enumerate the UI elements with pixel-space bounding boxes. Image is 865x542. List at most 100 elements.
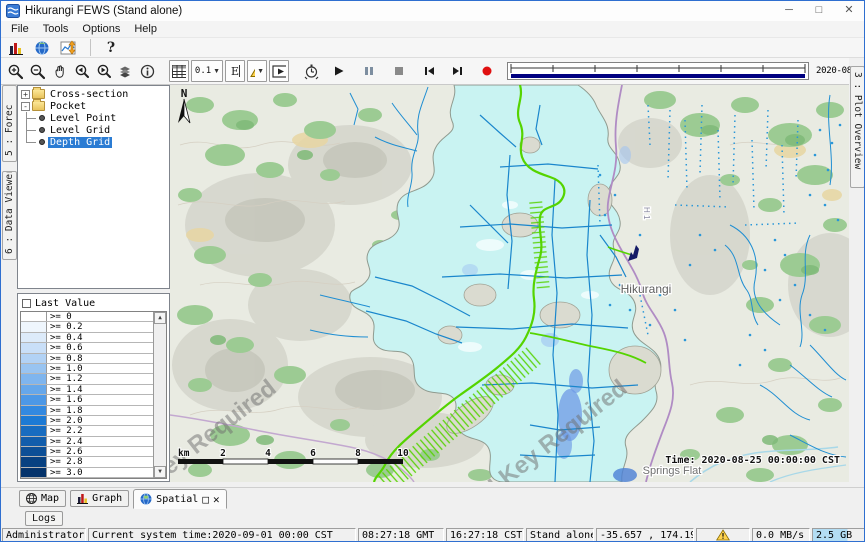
legend-row[interactable]: >= 2.6 — [21, 447, 166, 457]
zoom-next-icon[interactable] — [93, 60, 113, 82]
legend-row[interactable]: >= 2.2 — [21, 426, 166, 436]
close-panel-icon[interactable]: ✕ — [213, 494, 220, 505]
step-forward-button[interactable] — [447, 60, 467, 82]
pause-button[interactable] — [359, 60, 379, 82]
legend-row[interactable]: >= 2.4 — [21, 437, 166, 447]
tab-forecasts[interactable]: 5 : Forec — [2, 85, 17, 162]
legend-color-swatch — [21, 468, 47, 477]
animation-settings-icon[interactable] — [301, 60, 321, 82]
legend-color-swatch — [21, 354, 47, 363]
time-series-icon[interactable] — [58, 37, 80, 59]
legend-row[interactable]: >= 1.4 — [21, 385, 166, 395]
tree-item-cross-section[interactable]: + Cross-section — [21, 88, 169, 100]
close-button[interactable]: ✕ — [834, 1, 864, 21]
svg-text:E: E — [231, 65, 239, 78]
status-warning[interactable] — [696, 528, 750, 542]
legend-row[interactable]: >= 1.0 — [21, 364, 166, 374]
legend-row[interactable]: >= 1.2 — [21, 374, 166, 384]
tree-guide — [26, 124, 39, 136]
tree-item-level-grid[interactable]: Level Grid — [21, 124, 169, 136]
legend-row[interactable]: >= 0.6 — [21, 343, 166, 353]
logs-button[interactable]: Logs — [25, 511, 63, 526]
tab-data-viewer[interactable]: 6 : Data Viewer — [2, 171, 17, 260]
collapse-icon[interactable]: - — [21, 102, 30, 111]
scale-tick-label: 2 — [220, 448, 226, 459]
record-button[interactable] — [477, 60, 497, 82]
legend-scrollbar[interactable]: ▲ ▼ — [153, 312, 166, 478]
map-canvas[interactable]: API Key Required API Key Required Hikura… — [170, 85, 849, 482]
maximize-panel-icon[interactable]: □ — [202, 494, 209, 505]
step-back-button[interactable] — [419, 60, 439, 82]
legend-row[interactable]: >= 1.8 — [21, 406, 166, 416]
tree-item-depth-grid[interactable]: Depth Grid — [21, 136, 169, 148]
legend-row[interactable]: >= 1.6 — [21, 395, 166, 405]
legend-row[interactable]: >= 3.2 — [21, 478, 166, 479]
warning-filter-button[interactable]: ▼ — [247, 60, 267, 82]
legend-row[interactable]: >= 0.2 — [21, 322, 166, 332]
tab-graph[interactable]: Graph — [70, 490, 129, 507]
tab-spatial[interactable]: Spatial □ ✕ — [133, 489, 226, 509]
tree-item-level-point[interactable]: Level Point — [21, 112, 169, 124]
map-globe-icon[interactable] — [32, 37, 52, 59]
info-icon[interactable] — [137, 60, 157, 82]
classbreak-combo[interactable]: 0.1▼ — [191, 60, 223, 82]
scale-tick-label: 6 — [310, 448, 316, 459]
help-icon[interactable]: ? — [101, 37, 121, 59]
legend-row-label: >= 1.0 — [47, 364, 83, 373]
legend-row-label: >= 2.8 — [47, 457, 83, 466]
play-button[interactable] — [329, 60, 349, 82]
town-label: Hikurangi — [621, 282, 672, 296]
legend-row[interactable]: >= 0.8 — [21, 354, 166, 364]
globe-icon — [26, 493, 37, 504]
menu-options[interactable]: Options — [76, 23, 128, 35]
scroll-up-icon[interactable]: ▲ — [154, 312, 166, 324]
menu-help[interactable]: Help — [128, 23, 165, 35]
legend-row[interactable]: >= 0 — [21, 312, 166, 322]
chevron-down-icon: ▼ — [257, 68, 264, 75]
legend-color-swatch — [21, 447, 47, 456]
map-render: API Key Required API Key Required Hikura… — [170, 85, 849, 482]
zoom-out-icon[interactable] — [27, 60, 47, 82]
pan-hand-icon[interactable] — [49, 60, 69, 82]
minimize-button[interactable]: ─ — [774, 1, 804, 21]
tab-plot-overview[interactable]: 3 : Plot Overview — [850, 66, 865, 188]
tab-map[interactable]: Map — [19, 490, 66, 507]
legend-row[interactable]: >= 2.0 — [21, 416, 166, 426]
zoom-previous-icon[interactable] — [71, 60, 91, 82]
locality-label: Springs Flat — [643, 465, 702, 477]
profile-button[interactable]: E — [225, 60, 245, 82]
movie-player-button[interactable] — [269, 60, 289, 82]
legend-row-label: >= 1.6 — [47, 395, 83, 404]
app-logo-icon — [6, 4, 20, 18]
chevron-down-icon: ▼ — [213, 68, 220, 75]
maximize-button[interactable]: □ — [804, 1, 834, 21]
legend-row-label: >= 3.0 — [47, 468, 83, 477]
grid-display-button[interactable] — [169, 60, 189, 82]
warning-icon — [716, 529, 730, 541]
time-slider-track — [508, 63, 808, 79]
legend-color-swatch — [21, 312, 47, 321]
stop-button[interactable] — [389, 60, 409, 82]
legend-row[interactable]: >= 3.0 — [21, 468, 166, 478]
legend-row[interactable]: >= 0.4 — [21, 333, 166, 343]
time-slider[interactable] — [507, 62, 809, 80]
layer-tree: + Cross-section - Pocket Level Point Lev… — [17, 85, 170, 289]
last-value-checkbox[interactable] — [22, 299, 31, 308]
tab-spatial-label: Spatial — [156, 494, 198, 505]
tree-item-pocket[interactable]: - Pocket — [21, 100, 169, 112]
legend-color-swatch — [21, 426, 47, 435]
scroll-down-icon[interactable]: ▼ — [154, 466, 166, 478]
log-browser-icon[interactable] — [6, 37, 26, 59]
legend-row-label: >= 0.2 — [47, 322, 83, 331]
bottom-tab-bar: Map Graph Spatial □ ✕ — [1, 487, 865, 509]
legend-row[interactable]: >= 2.8 — [21, 457, 166, 467]
legend-color-swatch — [21, 333, 47, 342]
zoom-in-icon[interactable] — [5, 60, 25, 82]
menu-file[interactable]: File — [5, 23, 37, 35]
layers-icon[interactable] — [115, 60, 135, 82]
status-bar: Administrator Current system time:2020-0… — [1, 527, 865, 542]
expand-icon[interactable]: + — [21, 90, 30, 99]
menu-tools[interactable]: Tools — [37, 23, 77, 35]
main-toolbar: ? — [1, 37, 864, 58]
bullet-icon — [39, 139, 45, 145]
